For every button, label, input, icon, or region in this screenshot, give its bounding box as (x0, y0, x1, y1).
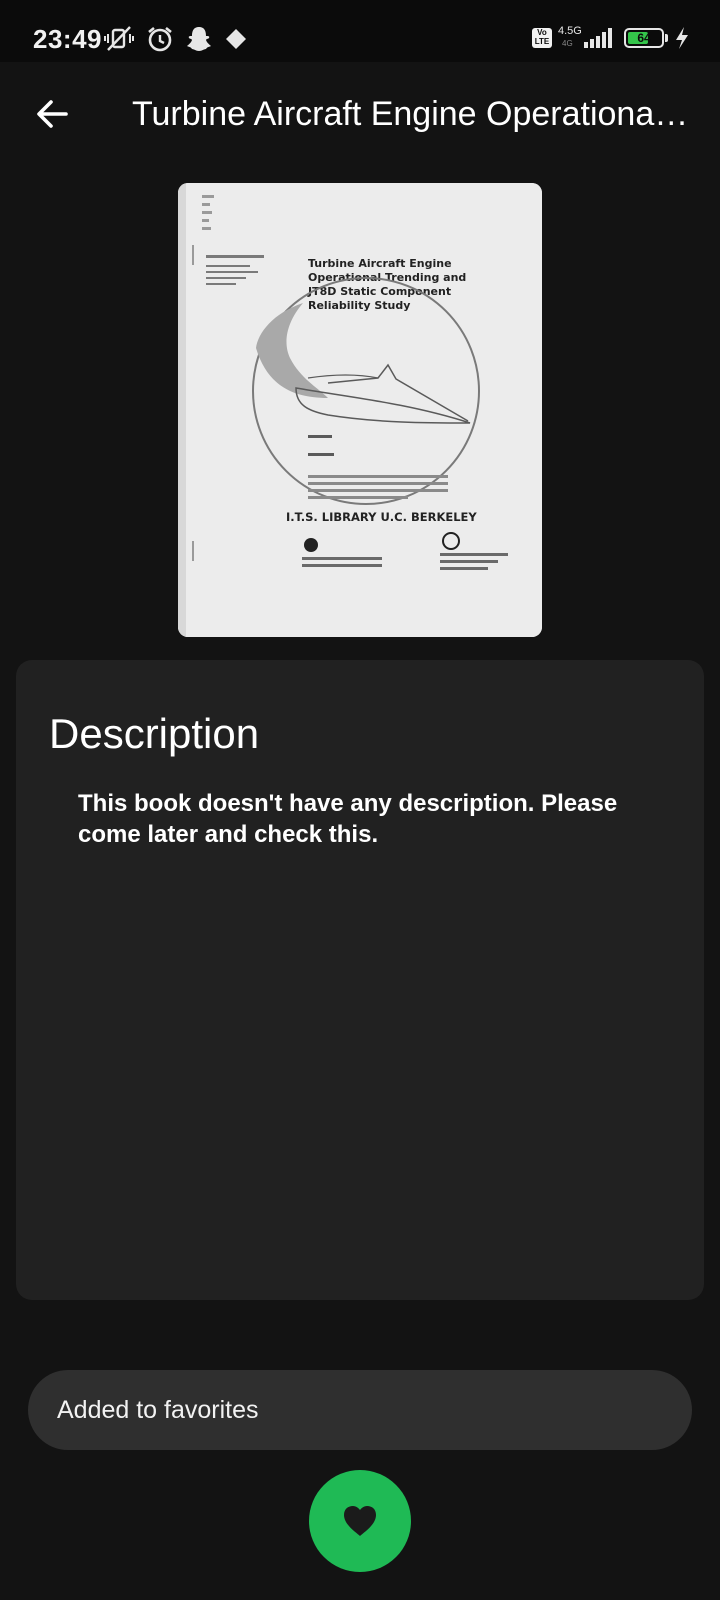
snackbar: Added to favorites (28, 1370, 692, 1450)
arrow-left-icon (37, 100, 68, 128)
description-text: This book doesn't have any description. … (78, 790, 618, 848)
back-button[interactable] (30, 92, 74, 136)
cover-library-stamp: I.T.S. LIBRARY U.C. BERKELEY (286, 510, 477, 524)
battery-cap (665, 34, 668, 42)
status-system-icons: Vo LTE 4.5G 4G 64 (532, 23, 690, 53)
page-title: Turbine Aircraft Engine Operational Tren… (132, 95, 692, 133)
heart-icon (344, 1506, 376, 1536)
description-heading: Description (49, 710, 260, 757)
signal-icon (584, 28, 612, 48)
network-type-label: 4.5G (558, 25, 582, 37)
book-cover-illustration: Turbine Aircraft Engine Operational Tren… (178, 183, 542, 637)
snapchat-icon (187, 27, 211, 51)
status-notification-icons (104, 24, 260, 54)
volte-icon: Vo LTE (532, 28, 552, 48)
description-card: Description This book doesn't have any d… (16, 660, 704, 1300)
favorite-button[interactable] (309, 1470, 411, 1572)
status-time: 23:49 (33, 24, 102, 54)
book-cover-image: Turbine Aircraft Engine Operational Tren… (178, 183, 542, 637)
snackbar-message: Added to favorites (57, 1396, 259, 1424)
cover-title-line: JT8D Static Component (307, 285, 451, 298)
cover-title-line: Turbine Aircraft Engine (308, 257, 452, 270)
charging-icon (676, 27, 688, 49)
network-sub-label: 4G (562, 39, 573, 48)
book-details-screen: 23:49 Vo LTE 4.5G 4G 64 Turbine Aircraft… (0, 0, 720, 1600)
battery-icon: 64 (624, 28, 664, 48)
alarm-icon (148, 26, 172, 52)
app-bar: Turbine Aircraft Engine Operational Tren… (0, 62, 720, 166)
battery-level: 64 (637, 31, 651, 45)
cover-title-line: Reliability Study (308, 299, 410, 312)
vibrate-off-icon (104, 26, 134, 51)
diamond-icon (226, 29, 246, 49)
cover-title-line: Operational Trending and (308, 271, 466, 284)
status-bar: 23:49 Vo LTE 4.5G 4G 64 (0, 0, 720, 62)
network-type: 4.5G 4G (558, 25, 582, 51)
